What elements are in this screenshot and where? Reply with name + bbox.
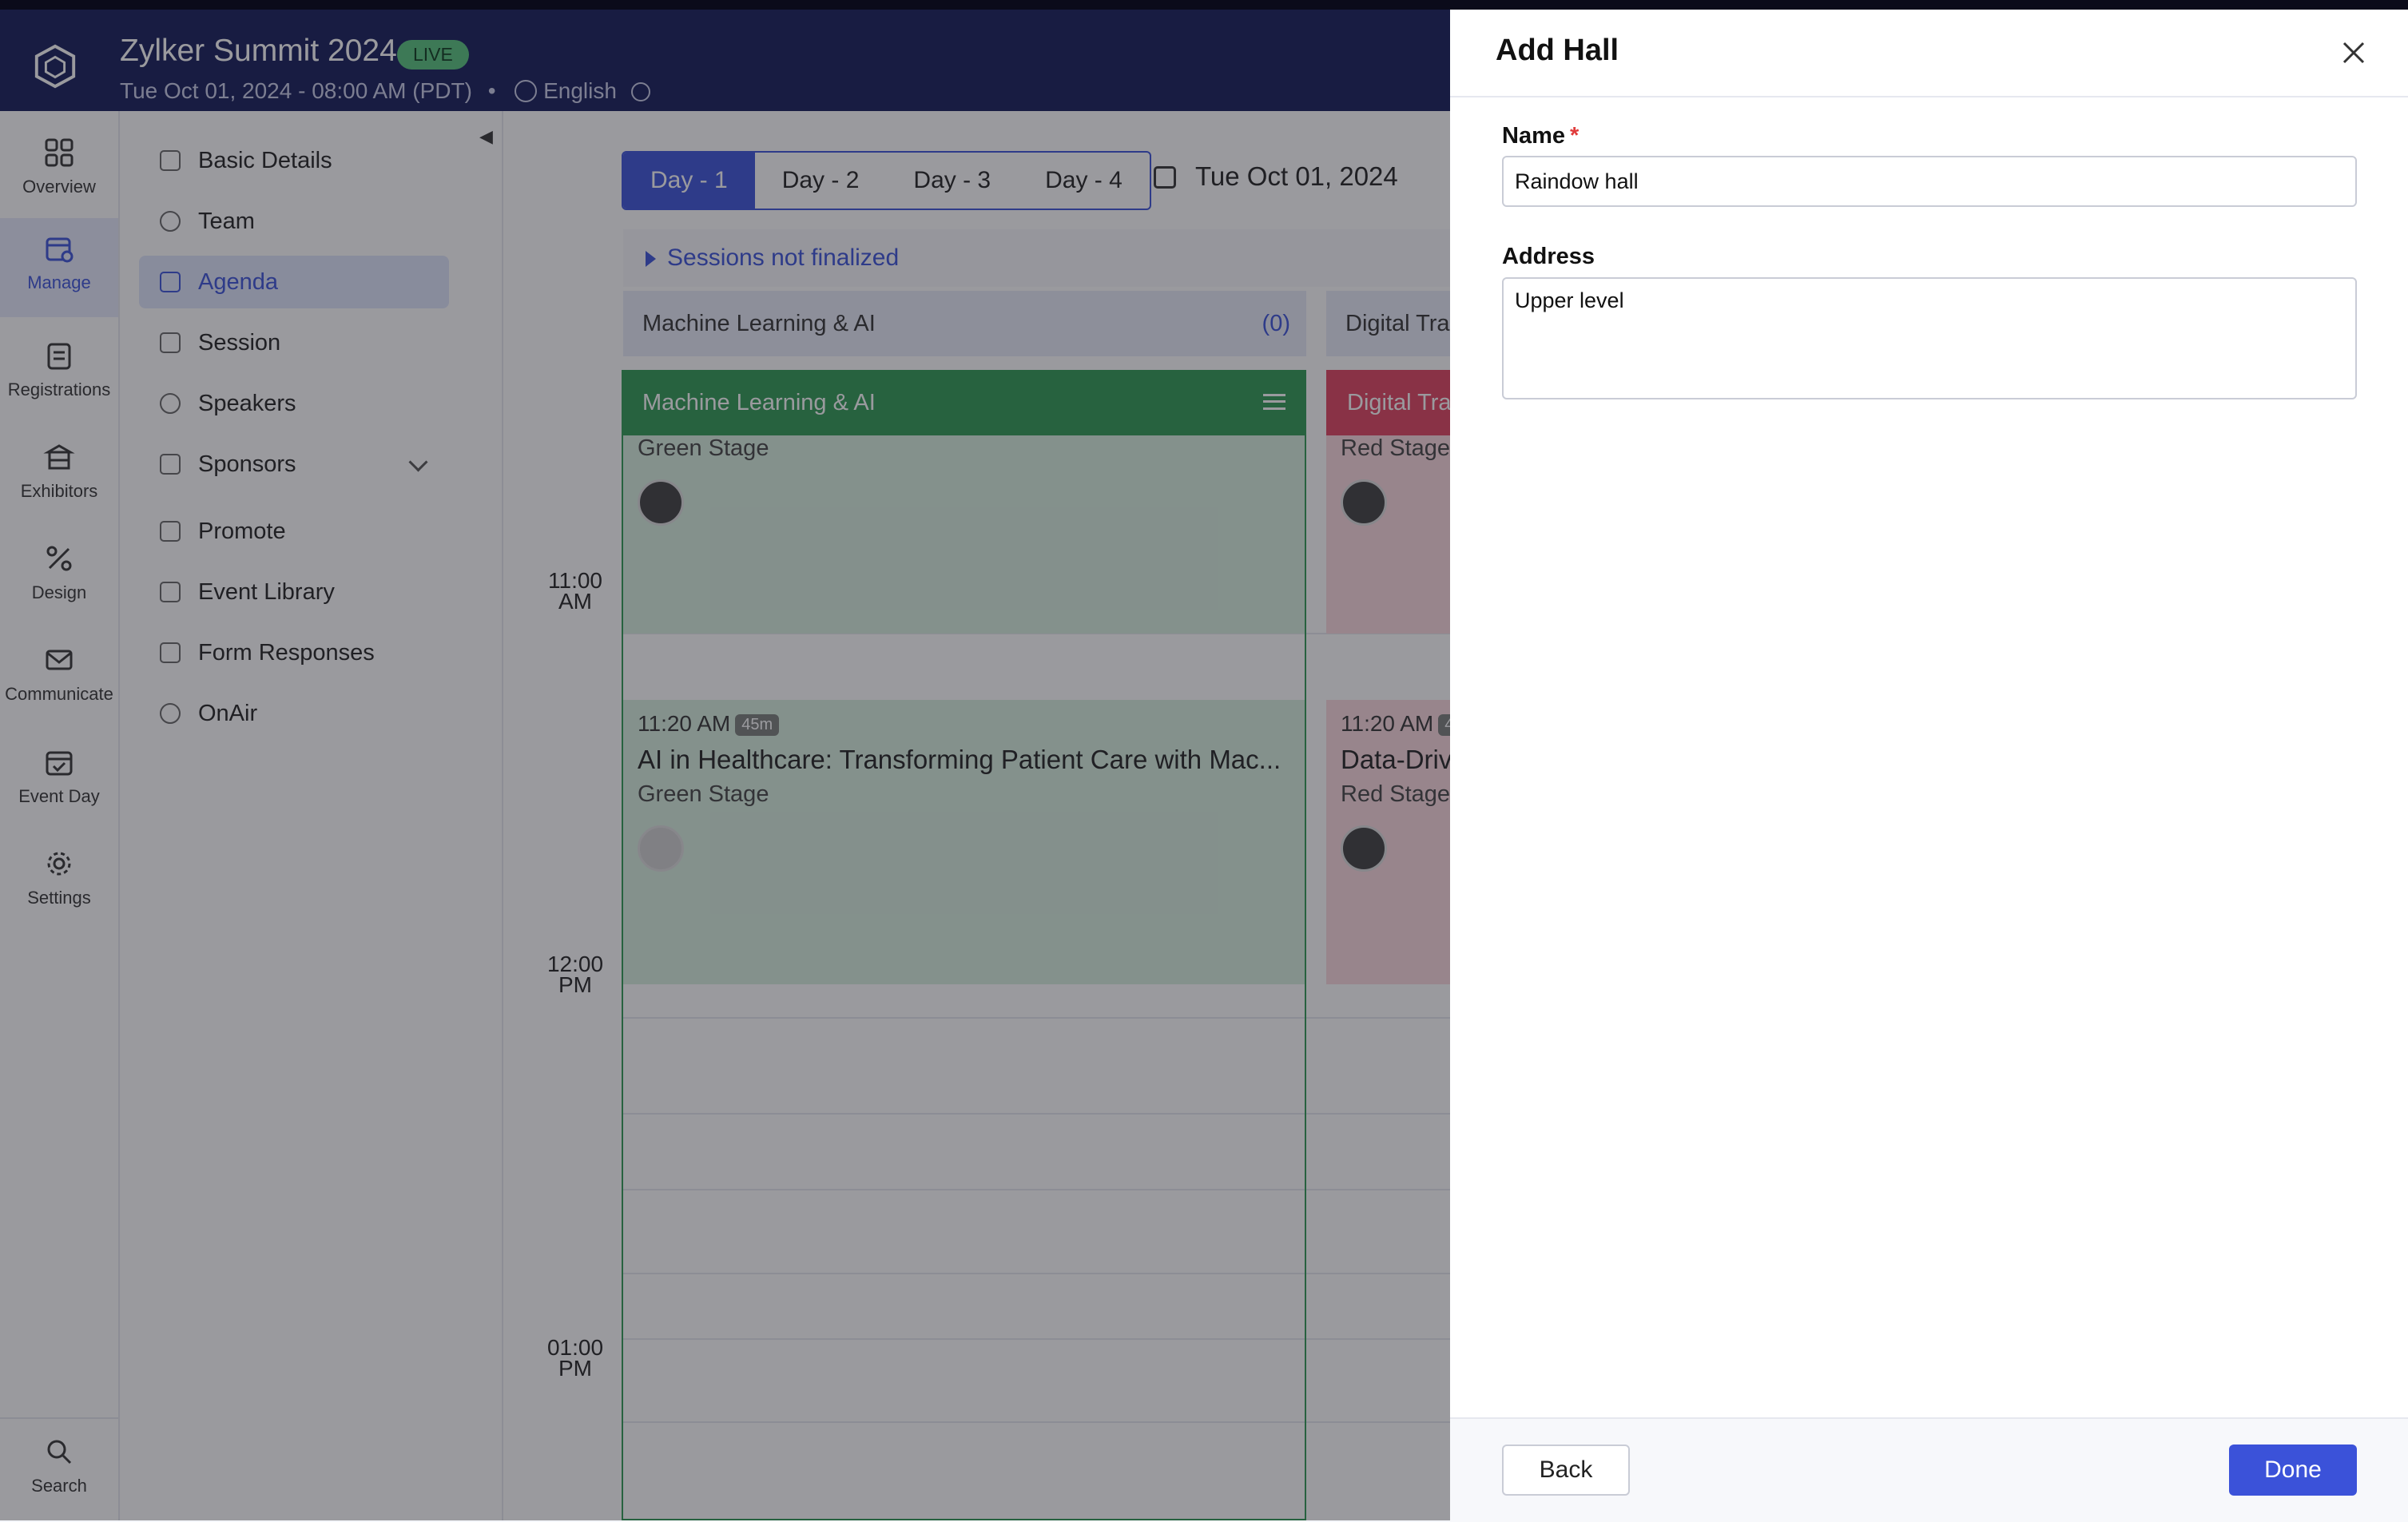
name-field-label: Name * [1502, 123, 1580, 149]
hall-name-input[interactable] [1502, 156, 2357, 207]
done-button[interactable]: Done [2229, 1445, 2357, 1496]
modal-backdrop[interactable] [0, 10, 1450, 1520]
drawer-title: Add Hall [1496, 34, 1619, 67]
close-icon[interactable] [2339, 38, 2368, 67]
add-hall-drawer: Add Hall Name* Address Upper level Back … [1450, 10, 2408, 1522]
top-strip [0, 0, 2408, 10]
back-button[interactable]: Back [1502, 1445, 1630, 1496]
address-field-label: Address [1502, 244, 1595, 269]
drawer-divider [1450, 96, 2408, 97]
hall-address-textarea[interactable]: Upper level [1502, 277, 2357, 399]
drawer-footer: Back Done [1450, 1417, 2408, 1522]
required-mark: * [1570, 123, 1580, 149]
